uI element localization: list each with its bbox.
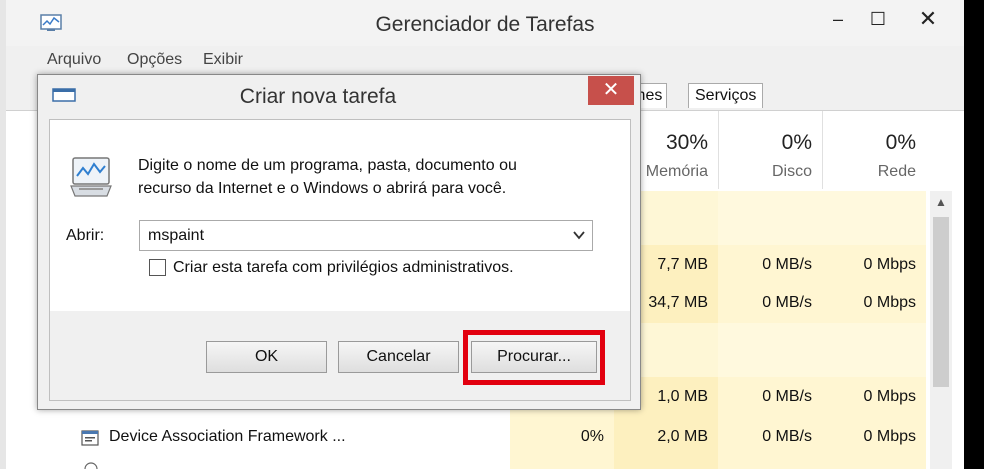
maximize-button[interactable]: ☐ — [858, 6, 898, 32]
disk-label: Disco — [771, 163, 812, 180]
memory-label: Memória — [645, 163, 708, 180]
table-row[interactable]: Device Association Framework ... — [6, 419, 510, 455]
network-cell: 0 Mbps — [863, 256, 916, 273]
service-icon — [81, 430, 99, 446]
memory-percent: 30% — [665, 131, 708, 154]
dialog-title: Criar nova tarefa — [239, 85, 397, 108]
ok-button[interactable]: OK — [206, 341, 327, 373]
close-button[interactable]: ✕ — [904, 6, 952, 32]
vertical-scrollbar[interactable]: ▲ — [930, 191, 952, 469]
open-label: Abrir: — [66, 227, 105, 244]
cancel-button[interactable]: Cancelar — [338, 341, 459, 373]
title-bar: Gerenciador de Tarefas – ☐ ✕ — [6, 0, 964, 46]
dialog-message-line-2: recurso da Internet e o Windows o abrirá… — [138, 180, 507, 197]
dialog-input-panel: Digite o nome de um programa, pasta, doc… — [50, 120, 630, 311]
disk-cell: 0 MB/s — [762, 428, 812, 445]
scroll-up-arrow-icon[interactable]: ▲ — [930, 191, 952, 213]
dialog-close-button[interactable]: ✕ — [588, 76, 634, 105]
run-program-icon — [70, 157, 112, 197]
network-label: Rede — [877, 163, 916, 180]
tab-servicos[interactable]: Serviços — [688, 83, 764, 108]
scroll-thumb[interactable] — [933, 217, 949, 387]
open-input-value[interactable]: mspaint — [148, 227, 204, 245]
admin-privileges-checkbox[interactable] — [149, 259, 166, 276]
dialog-title-bar: Criar nova tarefa ✕ — [38, 75, 640, 115]
network-percent: 0% — [885, 131, 916, 154]
network-cell: 0 Mbps — [863, 388, 916, 405]
open-combobox[interactable]: mspaint — [139, 220, 593, 251]
browse-button-highlight — [463, 330, 605, 385]
memory-cell: 2,0 MB — [657, 428, 708, 445]
minimize-button[interactable]: – — [818, 6, 858, 32]
cpu-cell: 0% — [580, 428, 604, 445]
network-cell: 0 Mbps — [863, 294, 916, 311]
dialog-message-line-1: Digite o nome de um programa, pasta, doc… — [138, 157, 517, 174]
disk-cell: 0 MB/s — [762, 256, 812, 273]
menu-arquivo[interactable]: Arquivo — [47, 51, 101, 69]
menu-bar: Arquivo Opções Exibir — [6, 48, 964, 74]
menu-opcoes[interactable]: Opções — [127, 51, 182, 69]
disk-percent: 0% — [781, 131, 812, 154]
network-cell: 0 Mbps — [863, 428, 916, 445]
column-header-disk[interactable]: 0% Disco — [718, 111, 822, 189]
partial-row-icon — [84, 462, 98, 469]
column-header-network[interactable]: 0% Rede — [822, 111, 926, 189]
create-task-dialog: Criar nova tarefa ✕ Digite o nome de um … — [37, 74, 641, 410]
dialog-body: Digite o nome de um programa, pasta, doc… — [49, 119, 631, 401]
disk-cell: 0 MB/s — [762, 294, 812, 311]
disk-cell: 0 MB/s — [762, 388, 812, 405]
process-name: Device Association Framework ... — [109, 428, 346, 445]
menu-exibir[interactable]: Exibir — [203, 51, 243, 69]
admin-privileges-label: Criar esta tarefa com privilégios admini… — [173, 259, 514, 276]
chevron-down-icon[interactable] — [572, 228, 586, 242]
